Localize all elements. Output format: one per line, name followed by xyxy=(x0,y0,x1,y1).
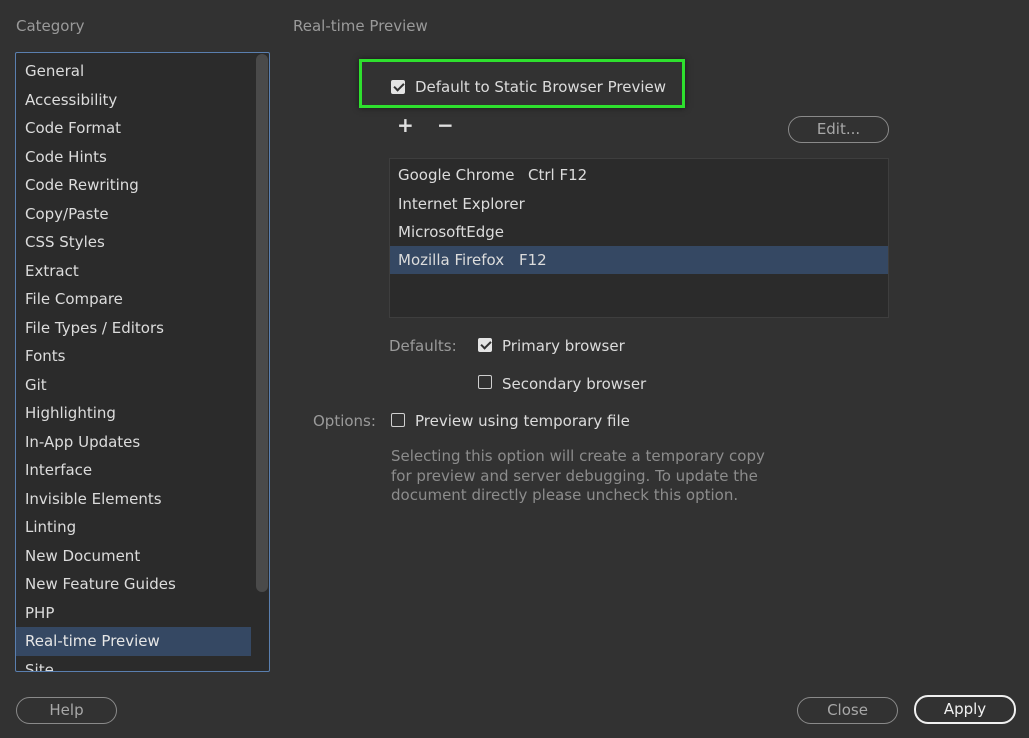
category-item-php[interactable]: PHP xyxy=(16,599,251,628)
apply-button[interactable]: Apply xyxy=(914,695,1016,724)
category-item-code-format[interactable]: Code Format xyxy=(16,114,251,143)
close-button[interactable]: Close xyxy=(797,697,898,724)
edit-button[interactable]: Edit... xyxy=(788,116,889,143)
category-item-fonts[interactable]: Fonts xyxy=(16,342,251,371)
default-static-preview-checkbox[interactable] xyxy=(391,80,405,94)
category-list[interactable]: General Accessibility Code Format Code H… xyxy=(15,52,270,672)
category-item-highlighting[interactable]: Highlighting xyxy=(16,399,251,428)
category-item-site[interactable]: Site xyxy=(16,656,251,672)
category-heading: Category xyxy=(16,17,85,35)
category-item-copy-paste[interactable]: Copy/Paste xyxy=(16,200,251,229)
browser-row-mozilla-firefox[interactable]: Mozilla Firefox F12 xyxy=(390,246,888,274)
help-button[interactable]: Help xyxy=(16,697,117,724)
primary-browser-checkbox[interactable] xyxy=(478,338,492,352)
category-item-accessibility[interactable]: Accessibility xyxy=(16,86,251,115)
category-item-real-time-preview[interactable]: Real-time Preview xyxy=(16,627,251,656)
temporary-file-checkbox[interactable] xyxy=(391,413,405,427)
default-static-preview-label[interactable]: Default to Static Browser Preview xyxy=(415,78,666,96)
browser-name: Google Chrome xyxy=(398,166,515,184)
browser-name: Internet Explorer xyxy=(398,195,525,213)
category-item-extract[interactable]: Extract xyxy=(16,257,251,286)
browser-row-microsoft-edge[interactable]: MicrosoftEdge xyxy=(390,218,888,246)
pane-heading: Real-time Preview xyxy=(293,17,428,35)
category-item-linting[interactable]: Linting xyxy=(16,513,251,542)
temporary-file-description: Selecting this option will create a temp… xyxy=(391,447,765,504)
category-item-git[interactable]: Git xyxy=(16,371,251,400)
category-item-invisible-elements[interactable]: Invisible Elements xyxy=(16,485,251,514)
category-item-new-document[interactable]: New Document xyxy=(16,542,251,571)
browser-shortcut: Ctrl F12 xyxy=(528,166,588,184)
plus-icon[interactable]: + xyxy=(397,115,414,135)
category-items: General Accessibility Code Format Code H… xyxy=(16,57,251,672)
browser-row-internet-explorer[interactable]: Internet Explorer xyxy=(390,190,888,218)
options-label: Options: xyxy=(313,412,376,430)
minus-icon[interactable]: − xyxy=(437,115,454,135)
browser-list[interactable]: Google Chrome Ctrl F12 Internet Explorer… xyxy=(389,158,889,318)
preferences-dialog: Category Real-time Preview General Acces… xyxy=(0,0,1029,738)
category-scrollbar-thumb[interactable] xyxy=(256,54,268,592)
category-item-in-app-updates[interactable]: In-App Updates xyxy=(16,428,251,457)
secondary-browser-checkbox[interactable] xyxy=(478,375,492,389)
category-item-file-types-editors[interactable]: File Types / Editors xyxy=(16,314,251,343)
category-item-css-styles[interactable]: CSS Styles xyxy=(16,228,251,257)
category-item-interface[interactable]: Interface xyxy=(16,456,251,485)
category-item-code-hints[interactable]: Code Hints xyxy=(16,143,251,172)
browser-shortcut: F12 xyxy=(519,251,547,269)
primary-browser-label[interactable]: Primary browser xyxy=(502,337,625,355)
temporary-file-label[interactable]: Preview using temporary file xyxy=(415,412,630,430)
defaults-label: Defaults: xyxy=(389,337,457,355)
secondary-browser-label[interactable]: Secondary browser xyxy=(502,375,646,393)
category-item-file-compare[interactable]: File Compare xyxy=(16,285,251,314)
category-item-new-feature-guides[interactable]: New Feature Guides xyxy=(16,570,251,599)
category-item-general[interactable]: General xyxy=(16,57,251,86)
category-scrollbar[interactable] xyxy=(254,54,268,670)
browser-name: Mozilla Firefox xyxy=(398,251,505,269)
browser-row-google-chrome[interactable]: Google Chrome Ctrl F12 xyxy=(390,161,888,189)
category-item-code-rewriting[interactable]: Code Rewriting xyxy=(16,171,251,200)
browser-name: MicrosoftEdge xyxy=(398,223,505,241)
